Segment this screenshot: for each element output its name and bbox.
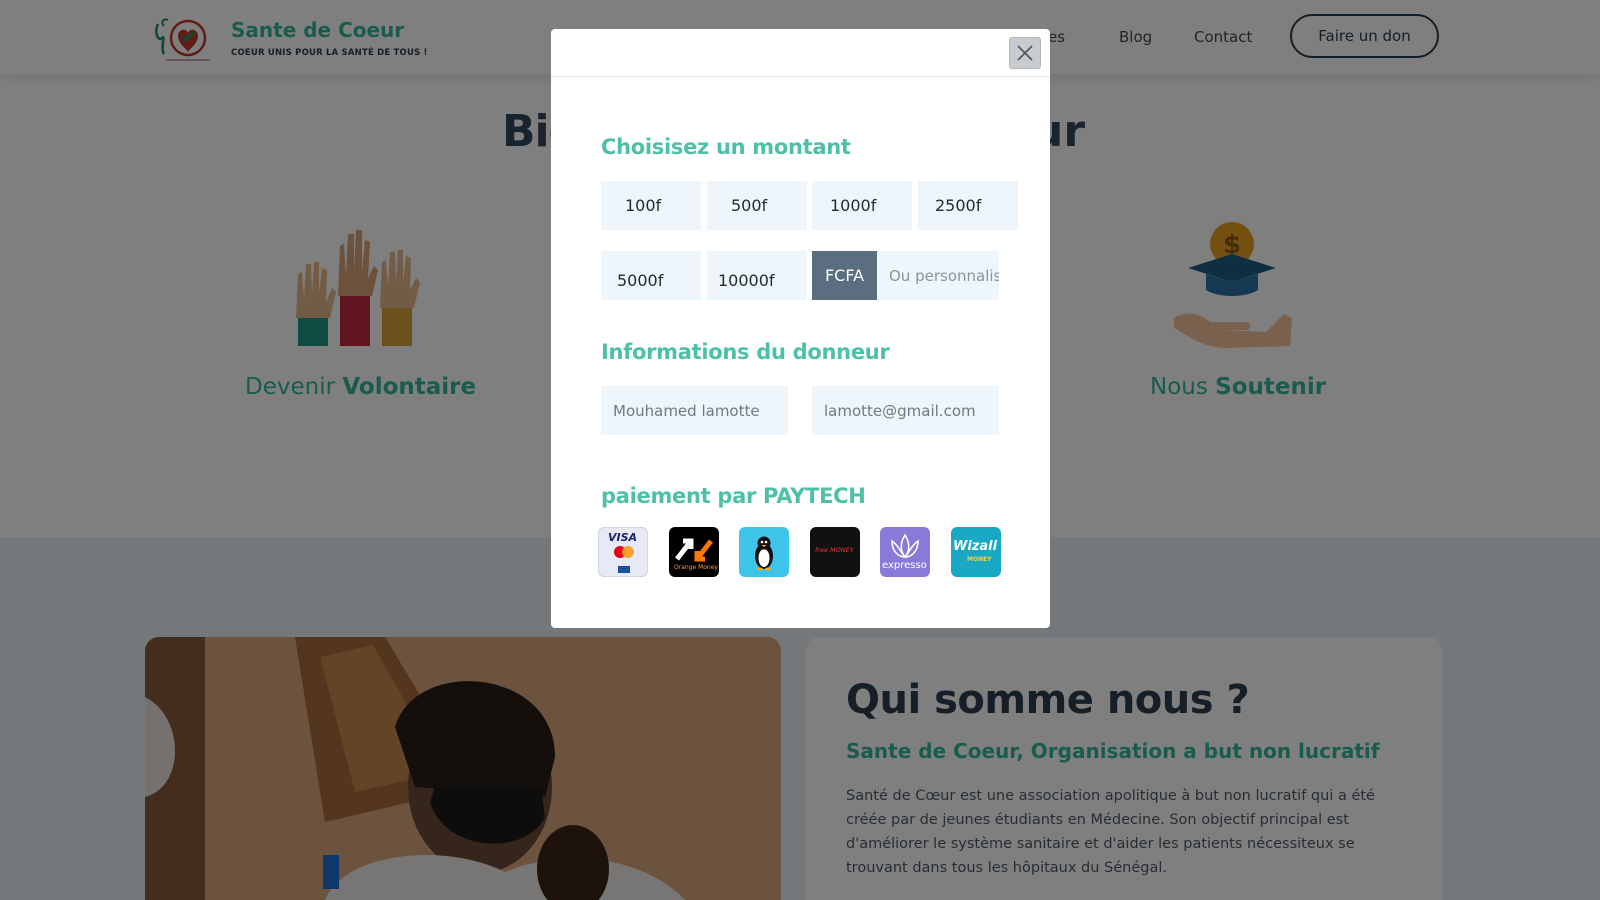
free-money-logo[interactable]: free MONEY	[810, 527, 860, 577]
amount-option-2500[interactable]: 2500f	[918, 181, 1018, 230]
donor-section-title: Informations du donneur	[601, 340, 890, 364]
expresso-text: expresso	[882, 560, 927, 571]
penguin-icon	[755, 536, 773, 571]
wave-penguin-logo[interactable]	[739, 527, 789, 577]
wizall-text: Wizall	[953, 539, 998, 554]
amount-option-10000[interactable]: 10000f	[707, 251, 807, 300]
free-money-text: free MONEY	[815, 546, 854, 554]
donor-email-input[interactable]	[812, 386, 999, 435]
wizall-sub-text: MONEY	[967, 556, 992, 563]
wizall-money-logo[interactable]: Wizall MONEY	[951, 527, 1001, 577]
custom-amount-input[interactable]	[877, 251, 999, 300]
payment-section-title: paiement par PAYTECH	[601, 484, 866, 508]
mastercard-icon	[614, 546, 634, 573]
modal-header	[551, 29, 1050, 77]
close-icon	[1017, 45, 1033, 61]
visa-mastercard-logo[interactable]: VISA	[598, 527, 648, 577]
orange-money-text: Orange Money	[674, 564, 718, 571]
currency-addon: FCFA	[812, 251, 877, 300]
close-button[interactable]	[1009, 37, 1041, 69]
donor-name-input[interactable]	[601, 386, 788, 435]
donation-modal: Choisisez un montant 100f 500f 1000f 250…	[551, 29, 1050, 628]
amount-section-title: Choisisez un montant	[601, 135, 851, 159]
orange-money-logo[interactable]: Orange Money	[669, 527, 719, 577]
amount-option-500[interactable]: 500f	[707, 181, 807, 230]
expresso-logo[interactable]: expresso	[880, 527, 930, 577]
amount-option-100[interactable]: 100f	[601, 181, 701, 230]
amount-option-5000[interactable]: 5000f	[601, 251, 701, 300]
amount-option-1000[interactable]: 1000f	[812, 181, 912, 230]
